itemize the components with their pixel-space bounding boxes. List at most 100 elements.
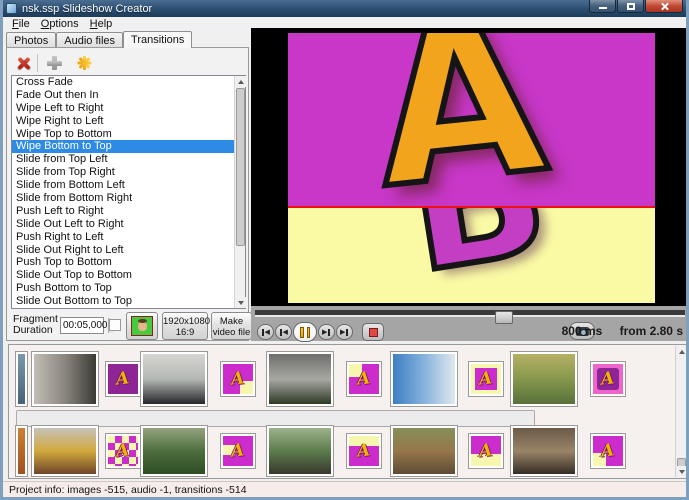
transitions-items: Cross FadeFade Out then InWipe Left to R…	[12, 76, 245, 308]
scroll-down-icon[interactable]	[235, 297, 246, 308]
photo-couple-bar[interactable]	[510, 425, 578, 477]
tab-transitions[interactable]: Transitions	[123, 31, 192, 48]
transition-thumb-corner-tl[interactable]: A	[346, 361, 382, 397]
transition-option[interactable]: Slide from Top Right	[12, 166, 245, 179]
make-video-button[interactable]: Make video file	[211, 312, 252, 340]
transition-thumb-corner-br[interactable]: A	[220, 361, 256, 397]
menu-file[interactable]: File	[8, 17, 37, 31]
preview-frame-button[interactable]	[126, 312, 158, 340]
transition-thumb-nested-pink[interactable]: A	[590, 361, 626, 397]
transition-option[interactable]: Slide Out Top to Bottom	[12, 269, 245, 282]
transition-option[interactable]: Slide from Bottom Left	[12, 179, 245, 192]
photo-people-indoors[interactable]	[31, 351, 99, 407]
transition-icon: A	[108, 364, 138, 394]
project-info: Project info: images -515, audio -1, tra…	[9, 484, 247, 496]
transition-icon: A	[471, 436, 501, 466]
photo-tank-train[interactable]	[31, 425, 99, 477]
transition-option[interactable]: Wipe Left to Right	[12, 102, 245, 115]
transition-option[interactable]: Slide Out Bottom to Top	[12, 295, 245, 308]
tab-bar: PhotosAudio filesTransitions	[6, 31, 192, 47]
fragment-controls: Fragment Duration 00:05,000 1920x1080 16…	[9, 311, 249, 341]
transitions-scrollbar[interactable]	[234, 76, 245, 308]
transition-option[interactable]: Push Top to Bottom	[12, 256, 245, 269]
resolution-button[interactable]: 1920x1080 16:9	[162, 312, 208, 340]
delete-transition-icon[interactable]	[15, 55, 31, 71]
transition-letter: A	[356, 368, 371, 389]
transition-thumb-stripe-top[interactable]: A	[346, 433, 382, 469]
timeline-scroll-up-icon[interactable]	[676, 346, 687, 357]
scrollbar-thumb[interactable]	[236, 88, 245, 246]
next-frame-button[interactable]: ▶	[318, 324, 335, 340]
maximize-icon	[627, 3, 635, 10]
photo-building-sky-rotated[interactable]	[390, 351, 458, 407]
transition-option[interactable]: Wipe Right to Left	[12, 115, 245, 128]
duration-spinner[interactable]: 00:05,000	[60, 317, 104, 334]
transition-letter: A	[115, 440, 130, 461]
duration-value[interactable]: 00:05,000	[61, 318, 108, 333]
transition-option[interactable]: Push Right to Left	[12, 231, 245, 244]
timeline-scroll-down-icon[interactable]	[676, 466, 687, 477]
transport-buttons: ◀ ◀ ▶ ▶	[257, 322, 385, 342]
close-button[interactable]	[645, 0, 683, 13]
seek-handle[interactable]	[495, 311, 513, 324]
photo-deer-tree[interactable]	[390, 425, 458, 477]
transition-option[interactable]: Fade Out then In	[12, 89, 245, 102]
transition-icon: A	[593, 364, 623, 394]
transition-option[interactable]: Slide from Bottom Right	[12, 192, 245, 205]
transition-option[interactable]: Slide Out Left to Right	[12, 218, 245, 231]
photo-image	[34, 428, 96, 474]
add-transition-icon[interactable]	[46, 55, 62, 71]
timeline-scrollbar[interactable]	[675, 346, 687, 477]
playback-bar: ◀ ◀ ▶ ▶ 800 ms from 2.80 s	[251, 306, 689, 341]
photo-image	[18, 428, 25, 474]
transition-letter: A	[600, 368, 615, 389]
photo-storm-landscape[interactable]	[266, 351, 334, 407]
photo-image	[269, 354, 331, 404]
transitions-list: Cross FadeFade Out then InWipe Left to R…	[11, 75, 246, 309]
fragment-duration-label: Fragment Duration	[13, 314, 58, 336]
photo-image	[393, 428, 455, 474]
seek-slider[interactable]	[255, 310, 685, 317]
go-end-button[interactable]: ▶	[336, 324, 353, 340]
tab-audio-files[interactable]: Audio files	[56, 32, 123, 48]
menu-options[interactable]: Options	[37, 17, 86, 31]
photo-meadow-couple[interactable]	[510, 351, 578, 407]
clipped-photo[interactable]	[15, 425, 28, 477]
photo-green-field-walkers[interactable]	[140, 425, 208, 477]
maximize-button[interactable]	[617, 0, 644, 13]
transition-icon: A	[108, 436, 138, 466]
title-bar[interactable]: nsk.ssp Slideshow Creator	[0, 0, 689, 17]
preview-slide: A B	[288, 33, 655, 303]
photo-steam-locomotive[interactable]	[140, 351, 208, 407]
minimize-button[interactable]	[589, 0, 616, 13]
transition-option[interactable]: Slide Out Right to Left	[12, 244, 245, 257]
transition-thumb-stripe-left[interactable]: A	[220, 433, 256, 469]
photo-image	[513, 428, 575, 474]
menu-help[interactable]: Help	[86, 17, 120, 31]
photo-park-monument[interactable]	[266, 425, 334, 477]
stop-button[interactable]	[362, 323, 384, 341]
clipped-photo[interactable]	[15, 351, 28, 407]
transition-option[interactable]: Push Bottom to Top	[12, 282, 245, 295]
transition-option[interactable]: Wipe Bottom to Top	[12, 140, 245, 153]
transition-thumb-split[interactable]: A	[468, 433, 504, 469]
transition-thumb-corner-bl[interactable]: A	[590, 433, 626, 469]
effects-icon[interactable]	[76, 55, 92, 71]
transition-option[interactable]: Push Left to Right	[12, 205, 245, 218]
go-start-button[interactable]: ◀	[257, 324, 274, 340]
duration-checkbox[interactable]	[109, 319, 121, 331]
transition-thumb-nested-yellow[interactable]: A	[468, 361, 504, 397]
transition-option[interactable]: Cross Fade	[12, 76, 245, 89]
transition-thumb-plain-purple[interactable]: A	[105, 361, 141, 397]
transition-option[interactable]: Slide from Top Left	[12, 153, 245, 166]
transition-letter: A	[478, 368, 493, 389]
transition-option[interactable]: Wipe Top to Bottom	[12, 128, 245, 141]
status-bar: Project info: images -515, audio -1, tra…	[3, 481, 686, 497]
prev-frame-button[interactable]: ◀	[275, 324, 292, 340]
pause-button[interactable]	[293, 322, 317, 342]
scroll-up-icon[interactable]	[235, 76, 246, 87]
tab-photos[interactable]: Photos	[6, 32, 56, 48]
toolbar-separator	[37, 54, 38, 72]
transition-icon: A	[349, 364, 379, 394]
transition-thumb-checker[interactable]: A	[105, 433, 141, 469]
